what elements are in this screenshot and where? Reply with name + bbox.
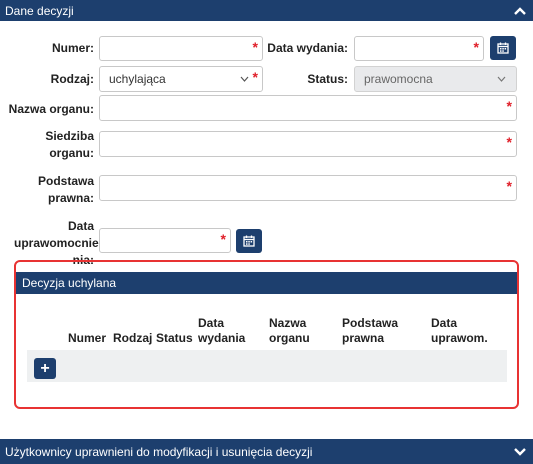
- column-header-numer: Numer: [68, 331, 106, 346]
- column-header-data-uprawom: Data uprawom.: [431, 316, 488, 346]
- required-marker: *: [252, 69, 258, 85]
- table-empty-row: [27, 350, 507, 382]
- siedziba-organu-label: Siedziba organu:: [20, 128, 94, 162]
- label-line: organu:: [49, 146, 94, 160]
- column-header-line: Nazwa: [269, 316, 307, 330]
- numer-label: Numer:: [51, 41, 94, 55]
- column-header-rodzaj: Rodzaj: [113, 331, 152, 346]
- panel-title: Decyzja uchylana: [22, 276, 117, 290]
- required-marker: *: [252, 39, 258, 55]
- status-selected-value: prawomocna: [364, 72, 433, 86]
- label-line: Data: [67, 219, 94, 233]
- nazwa-organu-input[interactable]: *: [99, 95, 517, 121]
- label-line: prawna:: [47, 191, 94, 205]
- status-select: prawomocna: [354, 66, 517, 92]
- column-header-podstawa-prawna: Podstawa prawna: [342, 316, 398, 346]
- caret-down-icon: [240, 76, 249, 82]
- section-header-uzytkownicy[interactable]: Użytkownicy uprawnieni do modyfikacji i …: [0, 439, 533, 464]
- column-header-nazwa-organu: Nazwa organu: [269, 316, 310, 346]
- label-line: Siedziba: [45, 129, 94, 143]
- siedziba-organu-input[interactable]: *: [99, 131, 517, 157]
- column-header-line: organu: [269, 331, 310, 345]
- numer-input[interactable]: *: [99, 36, 263, 61]
- column-header-line: Rodzaj: [113, 331, 153, 345]
- column-header-line: prawna: [342, 331, 385, 345]
- rodzaj-selected-value: uchylająca: [109, 72, 166, 86]
- column-header-line: Numer: [68, 331, 107, 345]
- label-line: Podstawa: [37, 174, 94, 188]
- column-header-line: uprawom.: [431, 331, 488, 345]
- column-header-status: Status: [156, 331, 193, 346]
- caret-down-icon: [497, 76, 506, 82]
- data-wydania-input[interactable]: *: [354, 36, 484, 61]
- podstawa-prawna-input[interactable]: *: [99, 175, 517, 201]
- required-marker: *: [473, 39, 479, 55]
- data-uprawomocnienia-calendar-button[interactable]: [236, 229, 262, 253]
- data-wydania-label: Data wydania:: [267, 41, 348, 55]
- column-header-line: wydania: [198, 331, 246, 345]
- section-header-dane-decyzji[interactable]: Dane decyzji: [0, 0, 533, 21]
- required-marker: *: [220, 231, 226, 247]
- rodzaj-select[interactable]: uchylająca *: [99, 66, 263, 92]
- column-header-line: Podstawa: [342, 316, 399, 330]
- rodzaj-label: Rodzaj:: [50, 72, 94, 86]
- data-uprawomocnienia-input[interactable]: *: [99, 228, 231, 253]
- chevron-up-icon[interactable]: [513, 6, 527, 16]
- data-wydania-calendar-button[interactable]: [490, 36, 516, 60]
- panel-header: Decyzja uchylana: [16, 272, 517, 294]
- nazwa-organu-label: Nazwa organu:: [8, 102, 94, 116]
- calendar-icon: [243, 235, 255, 247]
- status-label: Status:: [307, 72, 348, 86]
- section-title: Dane decyzji: [5, 3, 74, 18]
- required-marker: *: [506, 178, 512, 194]
- label-line: uprawomocnie: [14, 236, 99, 250]
- calendar-icon: [497, 42, 509, 54]
- required-marker: *: [506, 134, 512, 150]
- podstawa-prawna-label: Podstawa prawna:: [20, 173, 94, 207]
- required-marker: *: [506, 98, 512, 114]
- column-header-line: Data: [198, 316, 225, 330]
- column-header-data-wydania: Data wydania: [198, 316, 245, 346]
- section-title: Użytkownicy uprawnieni do modyfikacji i …: [5, 444, 313, 459]
- decyzja-uchylana-panel: Decyzja uchylana Numer Rodzaj Status Dat…: [14, 260, 519, 409]
- add-row-button[interactable]: +: [34, 358, 56, 379]
- column-header-line: Status: [156, 331, 193, 345]
- column-header-line: Data: [431, 316, 458, 330]
- chevron-down-icon[interactable]: [513, 447, 527, 457]
